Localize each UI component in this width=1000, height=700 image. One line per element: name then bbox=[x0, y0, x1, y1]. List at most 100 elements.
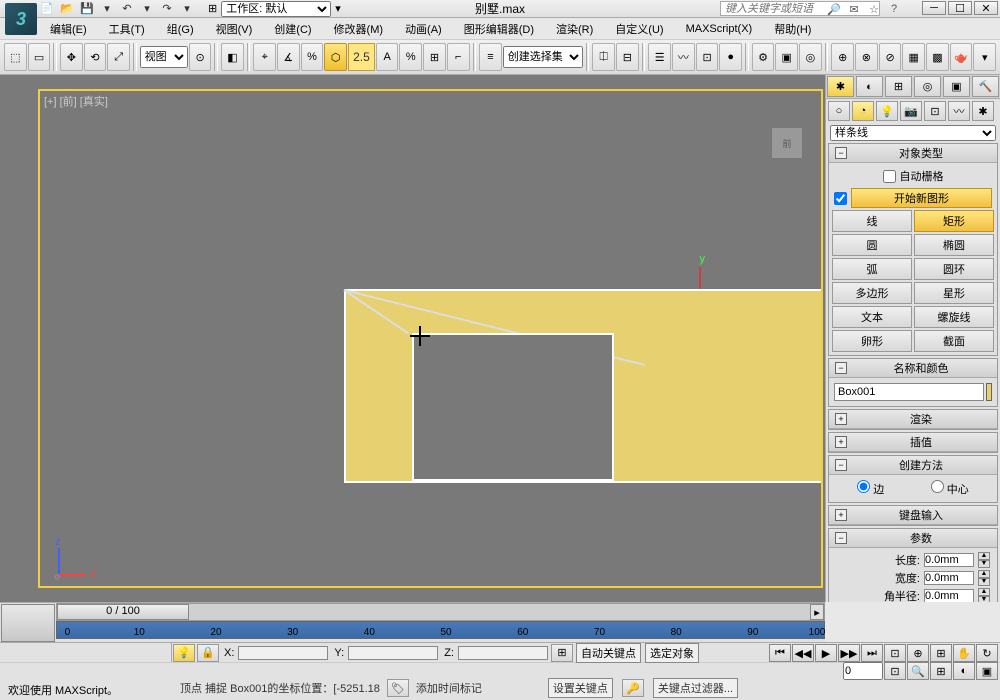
render-setup-icon[interactable]: ⚙ bbox=[752, 43, 775, 71]
menu-customize[interactable]: 自定义(U) bbox=[605, 19, 673, 39]
workspace-selector[interactable]: ⊞ 工作区: 默认 ▾ bbox=[208, 1, 341, 17]
z-coord-input[interactable] bbox=[458, 646, 548, 660]
menu-create[interactable]: 创建(C) bbox=[264, 19, 321, 39]
menu-help[interactable]: 帮助(H) bbox=[764, 19, 821, 39]
hierarchy-tab[interactable]: ⊞ bbox=[885, 76, 912, 97]
rollout-interp-header[interactable]: + 插值 bbox=[829, 433, 997, 452]
tool3-icon[interactable]: ⊘ bbox=[879, 43, 902, 71]
selection-set-dropdown[interactable]: 创建选择集 bbox=[503, 46, 583, 68]
comm-center-icon[interactable]: ✉ bbox=[846, 1, 862, 17]
app-icon[interactable] bbox=[5, 3, 37, 35]
select-object-icon[interactable]: ⬚ bbox=[4, 43, 27, 71]
angle-snap-icon[interactable]: ∡ bbox=[277, 43, 300, 71]
corner-input[interactable] bbox=[924, 589, 974, 602]
help-icon[interactable]: ? bbox=[886, 1, 902, 17]
motion-tab[interactable]: ◎ bbox=[914, 76, 941, 97]
cameras-subtab[interactable]: 📷 bbox=[900, 101, 922, 121]
corner-down[interactable]: ▼ bbox=[978, 596, 990, 602]
menu-animation[interactable]: 动画(A) bbox=[395, 19, 452, 39]
nav4-icon[interactable]: ↻ bbox=[976, 644, 998, 662]
edge-radio-label[interactable]: 边 bbox=[857, 480, 884, 497]
y-coord-input[interactable] bbox=[348, 646, 438, 660]
shape-rectangle-button[interactable]: 矩形 bbox=[914, 210, 994, 232]
menu-view[interactable]: 视图(V) bbox=[206, 19, 263, 39]
systems-subtab[interactable]: ✱ bbox=[972, 101, 994, 121]
viewport-area[interactable]: [+] [前] [真实] 前 y bbox=[0, 75, 825, 602]
next-frame-button[interactable]: ▸ bbox=[810, 604, 824, 620]
nav3-icon[interactable]: ✋ bbox=[953, 644, 975, 662]
snap-pct-icon[interactable]: % bbox=[399, 43, 422, 71]
viewcube[interactable]: 前 bbox=[771, 127, 803, 159]
tool1-icon[interactable]: ⊕ bbox=[831, 43, 854, 71]
redo-icon[interactable]: ↷ bbox=[158, 1, 176, 17]
close-button[interactable]: ✕ bbox=[974, 1, 998, 15]
play-button[interactable]: ▶ bbox=[815, 644, 837, 662]
shape-ellipse-button[interactable]: 椭圆 bbox=[914, 234, 994, 256]
lightbulb-icon[interactable]: 💡 bbox=[173, 644, 195, 662]
spacewarps-subtab[interactable]: 〰 bbox=[948, 101, 970, 121]
corner-up[interactable]: ▲ bbox=[978, 588, 990, 596]
autogrid-checkbox[interactable] bbox=[883, 170, 896, 183]
goto-start-button[interactable]: ⏮ bbox=[769, 644, 791, 662]
next-key-button[interactable]: ▶▶ bbox=[838, 644, 860, 662]
tool5-icon[interactable]: ▩ bbox=[926, 43, 949, 71]
pivot-icon[interactable]: ⊙ bbox=[189, 43, 212, 71]
zoom-icon[interactable]: 🔍 bbox=[907, 662, 929, 680]
nav2-icon[interactable]: ⊞ bbox=[930, 644, 952, 662]
ref-coord-dropdown[interactable]: 视图 bbox=[140, 46, 188, 68]
undo-icon[interactable]: ↶ bbox=[118, 1, 136, 17]
lights-subtab[interactable]: 💡 bbox=[876, 101, 898, 121]
named-sel-icon[interactable]: ≡ bbox=[479, 43, 502, 71]
menu-group[interactable]: 组(G) bbox=[157, 19, 204, 39]
rollout-object-type-header[interactable]: − 对象类型 bbox=[829, 144, 997, 163]
open-icon[interactable]: 📂 bbox=[58, 1, 76, 17]
track-ruler[interactable]: 0 10 20 30 40 50 60 70 80 90 100 bbox=[56, 621, 825, 639]
menu-edit[interactable]: 编辑(E) bbox=[40, 19, 97, 39]
menu-render[interactable]: 渲染(R) bbox=[546, 19, 603, 39]
center-radio[interactable] bbox=[931, 480, 944, 493]
keyfilter-button[interactable]: 关键点过滤器... bbox=[653, 678, 738, 698]
length-input[interactable] bbox=[924, 553, 974, 567]
minimize-button[interactable]: ─ bbox=[922, 1, 946, 15]
menu-tools[interactable]: 工具(T) bbox=[99, 19, 155, 39]
snap-edge-icon[interactable]: ⌐ bbox=[447, 43, 470, 71]
new-icon[interactable]: 📄 bbox=[38, 1, 56, 17]
saveas-dropdown-icon[interactable]: ▾ bbox=[98, 1, 116, 17]
spinner-snap-icon[interactable]: ⬡ bbox=[324, 43, 347, 71]
binoculars-icon[interactable]: 🔎 bbox=[826, 1, 842, 17]
center-radio-label[interactable]: 中心 bbox=[931, 480, 969, 497]
rollout-render-header[interactable]: + 渲染 bbox=[829, 410, 997, 429]
shape-text-button[interactable]: 文本 bbox=[832, 306, 912, 328]
trackbar-thumb[interactable] bbox=[1, 604, 55, 642]
color-swatch[interactable] bbox=[986, 383, 992, 401]
shape-helix-button[interactable]: 螺旋线 bbox=[914, 306, 994, 328]
zoomall-icon[interactable]: ⊞ bbox=[930, 662, 952, 680]
shape-donut-button[interactable]: 圆环 bbox=[914, 258, 994, 280]
time-slider-handle[interactable]: 0 / 100 bbox=[57, 604, 189, 620]
maximize-vp-icon[interactable]: ▣ bbox=[976, 662, 998, 680]
redo-drop-icon[interactable]: ▾ bbox=[178, 1, 196, 17]
maximize-button[interactable]: ☐ bbox=[948, 1, 972, 15]
display-tab[interactable]: ▣ bbox=[943, 76, 970, 97]
category-dropdown[interactable]: 样条线 bbox=[830, 125, 996, 141]
lock-icon[interactable]: 🔒 bbox=[197, 644, 219, 662]
nav1-icon[interactable]: ⊕ bbox=[907, 644, 929, 662]
timeconfig2-button[interactable]: ⊡ bbox=[884, 662, 906, 680]
setkey-button[interactable]: 设置关键点 bbox=[548, 678, 613, 698]
key-icon[interactable]: 🔑 bbox=[622, 679, 644, 697]
object-name-input[interactable] bbox=[834, 383, 984, 401]
width-down[interactable]: ▼ bbox=[978, 578, 990, 586]
align-icon[interactable]: ⊟ bbox=[616, 43, 639, 71]
star-icon[interactable]: ☆ bbox=[866, 1, 882, 17]
teapot-icon[interactable]: 🫖 bbox=[950, 43, 973, 71]
schematic-icon[interactable]: ⊡ bbox=[696, 43, 719, 71]
shape-ngon-button[interactable]: 多边形 bbox=[832, 282, 912, 304]
shape-star-button[interactable]: 星形 bbox=[914, 282, 994, 304]
snap-a-icon[interactable]: A bbox=[376, 43, 399, 71]
shape-arc-button[interactable]: 弧 bbox=[832, 258, 912, 280]
tool6-icon[interactable]: ▾ bbox=[973, 43, 996, 71]
menu-maxscript[interactable]: MAXScript(X) bbox=[676, 21, 763, 37]
viewport-label[interactable]: [+] [前] [真实] bbox=[44, 93, 108, 109]
autokey-button[interactable]: 自动关键点 bbox=[576, 643, 641, 663]
geometry-shape[interactable] bbox=[344, 289, 821, 483]
